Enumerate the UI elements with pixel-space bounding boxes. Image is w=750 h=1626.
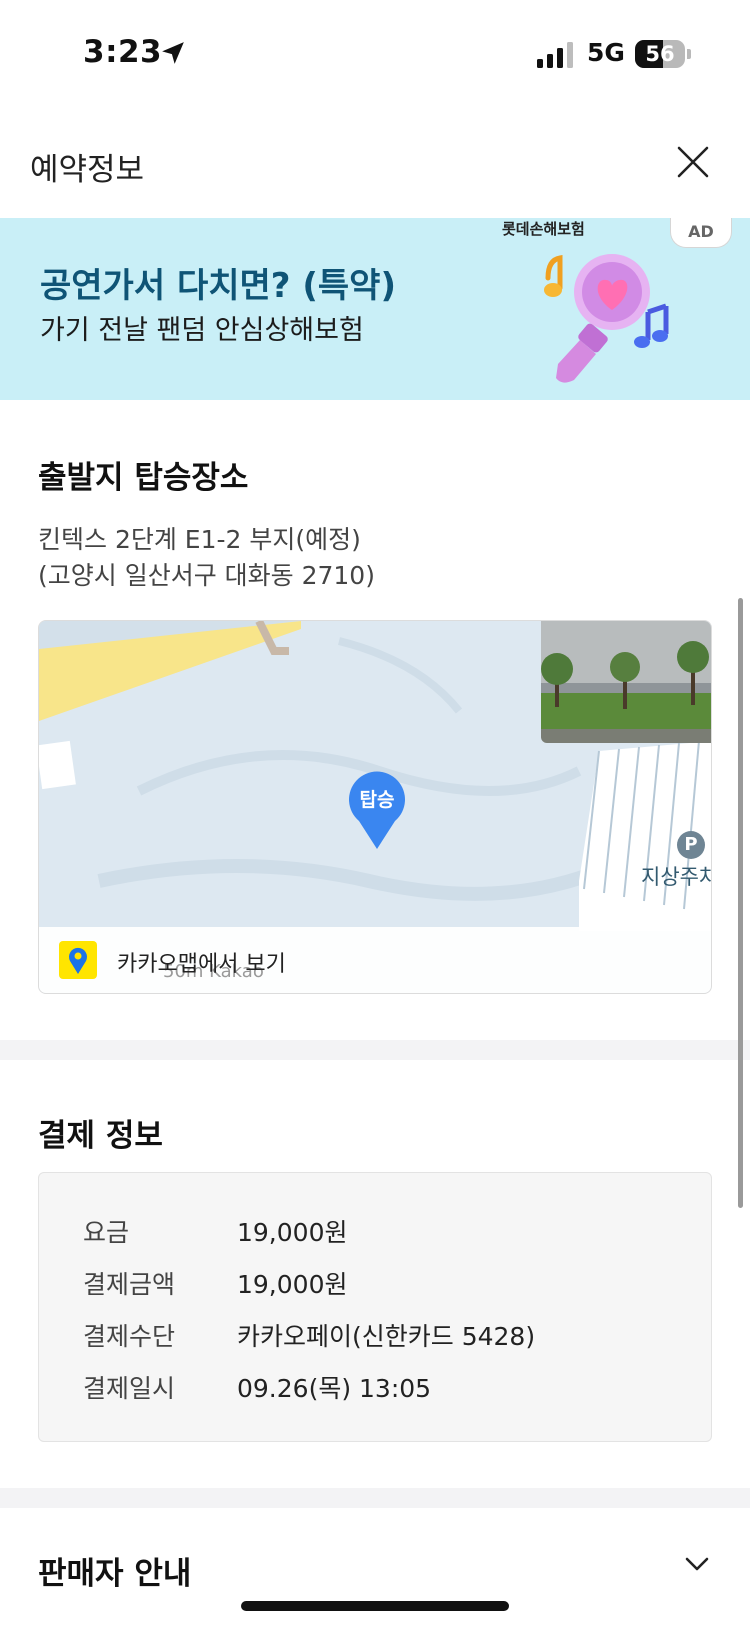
payment-row-amount: 결제금액 19,000원 — [83, 1265, 683, 1305]
battery-cap — [687, 49, 691, 59]
battery-icon: 56 — [635, 40, 685, 68]
payment-value: 카카오페이(신한카드 5428) — [237, 1322, 536, 1351]
section-divider — [0, 1488, 750, 1508]
kakao-map-link[interactable]: 50m Kakao 카카오맵에서 보기 — [39, 927, 711, 993]
scrollbar[interactable] — [738, 598, 743, 1208]
status-bar: 3:23 5G 56 — [0, 0, 750, 110]
battery-percent: 56 — [645, 42, 675, 66]
payment-value: 19,000원 — [237, 1270, 348, 1299]
lightstick-icon — [544, 254, 669, 383]
street-view-thumbnail[interactable] — [541, 621, 711, 743]
payment-row-fare: 요금 19,000원 — [83, 1213, 683, 1253]
payment-label: 결제일시 — [83, 1374, 176, 1403]
ad-title: 공연가서 다치면? (특약) — [40, 266, 396, 306]
ad-subtitle: 가기 전날 팬덤 안심상해보험 — [40, 315, 364, 346]
parking-label: 지상주차 — [641, 865, 712, 889]
kakao-map-link-label: 카카오맵에서 보기 — [117, 952, 286, 977]
payment-label: 요금 — [83, 1218, 130, 1247]
page-title: 예약정보 — [30, 152, 145, 188]
location-arrow-icon — [162, 42, 184, 64]
close-icon[interactable] — [676, 145, 710, 179]
status-time: 3:23 — [83, 34, 163, 70]
address-line-2: (고양시 일산서구 대화동 2710) — [38, 561, 375, 590]
payment-row-method: 결제수단 카카오페이(신한카드 5428) — [83, 1317, 683, 1357]
payment-label: 결제금액 — [83, 1270, 176, 1299]
map-card[interactable]: 탑승 P 지상주차 50m Kakao 카카오맵에서 보기 — [38, 620, 712, 994]
pickup-pin-label: 탑승 — [359, 789, 395, 811]
parking-icon: P — [677, 831, 705, 859]
payment-row-datetime: 결제일시 09.26(목) 13:05 — [83, 1369, 683, 1409]
ad-brand: 롯데손해보험 — [502, 220, 585, 238]
section-divider — [0, 1040, 750, 1060]
payment-value: 09.26(목) 13:05 — [237, 1374, 432, 1403]
payment-value: 19,000원 — [237, 1218, 348, 1247]
chevron-down-icon[interactable] — [684, 1554, 710, 1574]
address-line-1: 킨텍스 2단계 E1-2 부지(예정) — [38, 525, 361, 554]
ad-banner[interactable]: 공연가서 다치면? (특약) 가기 전날 팬덤 안심상해보험 롯데손해보험 AD — [0, 218, 750, 400]
payment-title: 결제 정보 — [38, 1118, 163, 1154]
home-indicator[interactable] — [241, 1601, 509, 1611]
signal-icon — [537, 42, 573, 68]
street-view-image — [541, 621, 711, 743]
seller-info-title[interactable]: 판매자 안내 — [38, 1548, 191, 1593]
payment-label: 결제수단 — [83, 1322, 176, 1351]
page-header: 예약정보 — [0, 110, 750, 218]
kakao-map-icon — [59, 941, 97, 979]
network-type: 5G — [587, 38, 625, 67]
payment-info-box: 요금 19,000원 결제금액 19,000원 결제수단 카카오페이(신한카드 … — [38, 1172, 712, 1442]
departure-title: 출발지 탑승장소 — [38, 460, 249, 496]
